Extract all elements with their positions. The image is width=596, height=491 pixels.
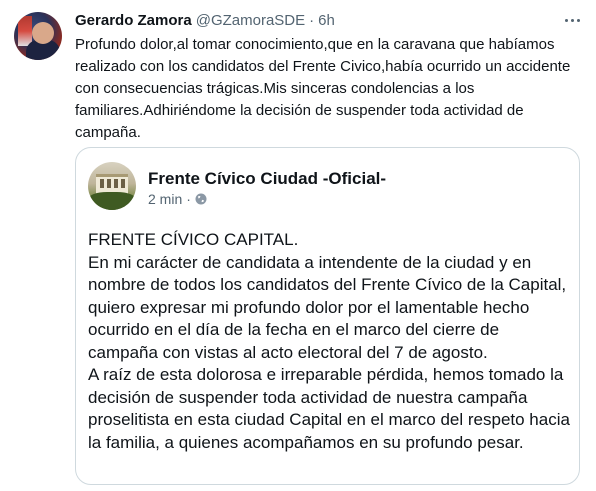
avatar-window — [121, 179, 125, 188]
tweet[interactable]: Gerardo Zamora @GZamoraSDE · 6h Profundo… — [0, 0, 596, 491]
author-handle[interactable]: @GZamoraSDE — [196, 11, 305, 31]
avatar-face — [32, 22, 54, 44]
avatar-window — [107, 179, 111, 188]
author-name[interactable]: Gerardo Zamora — [75, 11, 192, 31]
avatar-window — [100, 179, 104, 188]
globe-icon — [195, 193, 207, 205]
tweet-timestamp[interactable]: 6h — [318, 11, 335, 31]
quoted-post[interactable]: Frente Cívico Ciudad -Oficial- 2 min · F… — [75, 147, 580, 485]
tweet-header: Gerardo Zamora @GZamoraSDE · 6h — [75, 11, 335, 31]
quoted-post-meta: 2 min · — [148, 190, 207, 208]
avatar-trees — [88, 192, 136, 210]
tweet-text: Profundo dolor,al tomar conocimiento,que… — [75, 36, 571, 141]
quoted-post-timestamp[interactable]: 2 min — [148, 190, 182, 208]
author-avatar[interactable] — [14, 12, 62, 60]
quoted-post-text: FRENTE CÍVICO CAPITAL. En mi carácter de… — [88, 230, 570, 452]
meta-separator: · — [186, 191, 191, 207]
quoted-author-avatar[interactable] — [88, 162, 136, 210]
quoted-author-name[interactable]: Frente Cívico Ciudad -Oficial- — [148, 168, 386, 190]
avatar-window — [114, 179, 118, 188]
header-separator: · — [309, 12, 315, 29]
more-horizontal-icon[interactable] — [560, 10, 584, 30]
